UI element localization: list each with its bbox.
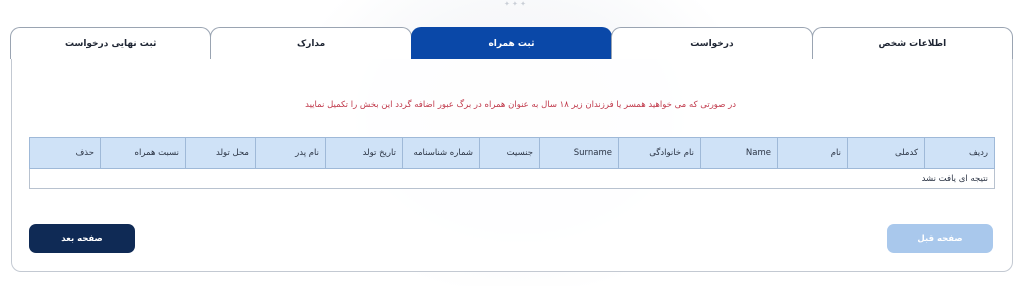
col-header-last-name-fa: نام خانوادگی (618, 137, 701, 169)
col-header-national-code: کدملی (847, 137, 925, 169)
col-header-id-number: شماره شناسنامه (402, 137, 480, 169)
col-header-surname-en: Surname (539, 137, 619, 169)
next-page-button[interactable]: صفحه بعد (29, 224, 135, 253)
table-row: نتیجه ای یافت نشد (29, 168, 995, 189)
tab-final-submit[interactable]: ثبت نهایی درخواست (9, 27, 212, 59)
col-header-first-name-en: Name (700, 137, 778, 169)
col-header-father-name: نام پدر (255, 137, 326, 169)
table-header-row: ردیف کدملی نام Name نام خانوادگی Surname… (29, 137, 995, 169)
tab-companion[interactable]: ثبت همراه (410, 27, 613, 59)
col-header-birth-date: تاریخ تولد (325, 137, 403, 169)
col-header-relation: نسبت همراه (100, 137, 186, 169)
previous-page-button[interactable]: صفحه قبل (887, 224, 993, 253)
col-header-delete: حذف (29, 137, 101, 169)
wizard-tabs: اطلاعات شخص درخواست ثبت همراه مدارک ثبت … (9, 27, 1013, 59)
header-remnant: ✦ ✦ ✦ (503, 0, 527, 8)
col-header-gender: جنسیت (479, 137, 540, 169)
companions-table: ردیف کدملی نام Name نام خانوادگی Surname… (29, 137, 995, 189)
tab-person-info[interactable]: اطلاعات شخص (811, 27, 1013, 59)
col-header-row-number: ردیف (924, 137, 995, 169)
tab-request[interactable]: درخواست (611, 27, 813, 59)
tab-documents[interactable]: مدارک (210, 27, 412, 59)
notice-text: در صورتی که می خواهید همسر یا فرزندان زی… (305, 100, 736, 110)
empty-result-message: نتیجه ای یافت نشد (29, 168, 995, 189)
col-header-birth-place: محل تولد (185, 137, 256, 169)
col-header-first-name-fa: نام (777, 137, 848, 169)
